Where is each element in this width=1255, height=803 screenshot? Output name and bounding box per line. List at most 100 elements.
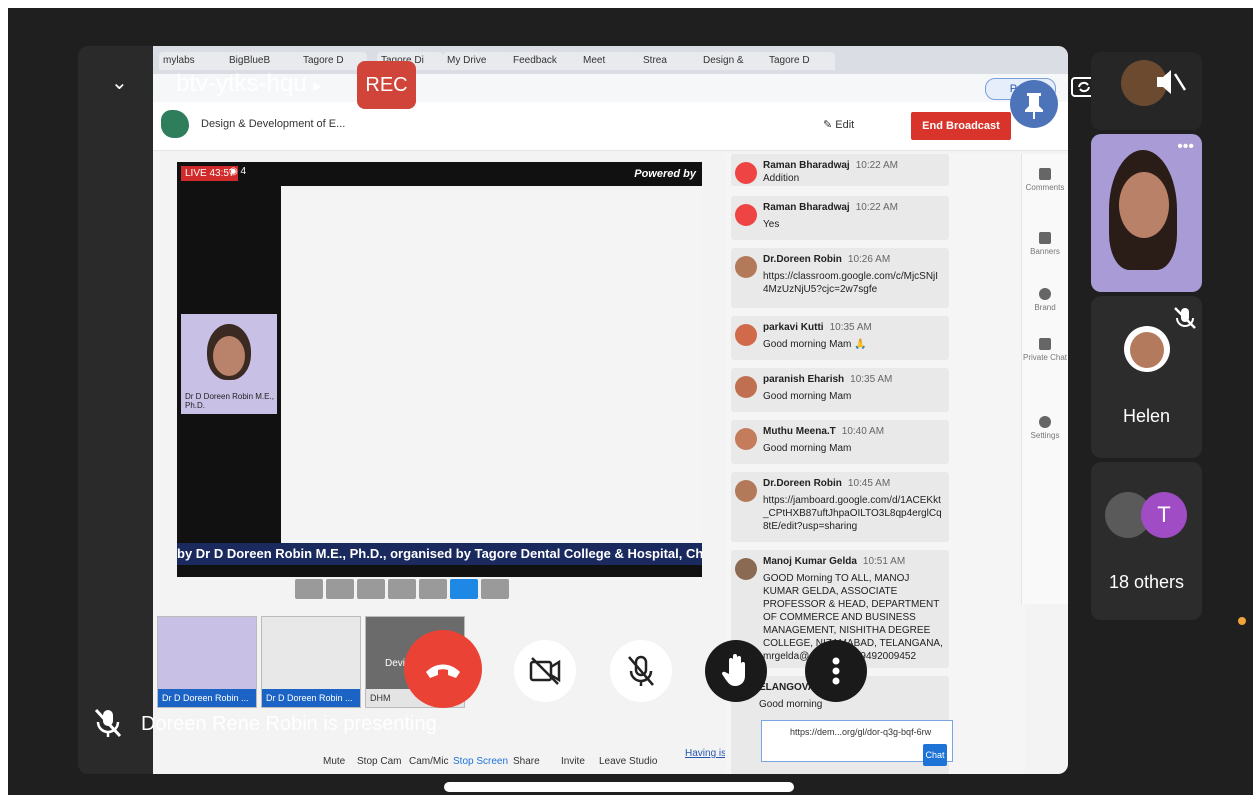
- recording-badge: REC: [357, 61, 416, 109]
- user-avatar: [735, 428, 757, 450]
- edit-button: ✎ Edit: [823, 119, 855, 131]
- layout-option: [357, 579, 385, 599]
- studio-side-nav: Comments Banners Brand Private Chat Sett…: [1021, 154, 1068, 604]
- layout-picker: [295, 579, 512, 601]
- invite-control: Invite: [561, 756, 585, 767]
- gear-icon: [1039, 416, 1051, 428]
- camera-off-icon: [529, 657, 561, 685]
- speaker-muted-icon: [1157, 70, 1187, 94]
- layout-option: [388, 579, 416, 599]
- comment-time: 10:22 AM: [855, 202, 898, 213]
- nav-settings: Settings: [1022, 416, 1068, 440]
- mic-off-icon: [1174, 307, 1196, 329]
- user-avatar: [735, 376, 757, 398]
- meeting-code-text: btv-ytks-hqu: [176, 70, 307, 97]
- more-options-icon[interactable]: •••: [1177, 138, 1194, 156]
- cam-mic-control: Cam/Mic: [409, 756, 449, 767]
- participants-others[interactable]: T 18 others: [1091, 462, 1202, 620]
- nav-comments: Comments: [1022, 168, 1068, 192]
- comment-author: Dr.Doreen Robin 10:45 AM: [763, 478, 890, 489]
- banners-icon: [1039, 232, 1051, 244]
- participant-helen[interactable]: Helen: [1091, 296, 1202, 458]
- stop-cam-control: Stop Cam: [357, 756, 402, 767]
- collapse-chevron-icon[interactable]: ⌄: [111, 70, 139, 98]
- user-avatar: [735, 558, 757, 580]
- browser-tab: BigBlueB: [225, 52, 303, 70]
- raise-hand-button[interactable]: [705, 640, 767, 702]
- end-call-button[interactable]: [404, 630, 482, 708]
- nav-banners: Banners: [1022, 232, 1068, 256]
- nav-label: Private Chat: [1022, 353, 1068, 362]
- user-avatar: [735, 324, 757, 346]
- comment-author-name: paranish Eharish: [763, 374, 845, 385]
- comment-author: parkavi Kutti 10:35 AM: [763, 322, 872, 333]
- edit-label: Edit: [835, 119, 855, 131]
- browser-tab: Feedback: [509, 52, 583, 70]
- streamyard-logo-icon: [161, 110, 189, 138]
- camera-toggle-button[interactable]: [514, 640, 576, 702]
- comment-text: https://jamboard.google.com/d/1ACEKkt_CP…: [763, 495, 942, 532]
- comment-text: Yes: [763, 219, 780, 230]
- comment-time: 10:40 AM: [841, 426, 885, 437]
- layout-option: [295, 579, 323, 599]
- speaker-face: [1119, 172, 1169, 238]
- mic-off-icon: [628, 655, 654, 686]
- speaker-face: [213, 336, 245, 376]
- raise-hand-icon: [721, 654, 745, 686]
- live-preview: LIVE 43:57 ◉ 4 Powered by Dr D Doreen Ro…: [177, 162, 702, 577]
- home-indicator[interactable]: [444, 782, 794, 792]
- thumb-camera: Dr D Doreen Robin ...: [157, 616, 257, 708]
- pin-icon: [1025, 93, 1043, 119]
- nav-brand: Brand: [1022, 288, 1068, 312]
- chat-send-button: Chat: [923, 744, 947, 766]
- pin-button[interactable]: [1010, 80, 1058, 128]
- comment: Raman Bharadwaj 10:22 AM Addition: [731, 154, 949, 186]
- comments-icon: [1039, 168, 1051, 180]
- participant-self[interactable]: [1091, 52, 1202, 130]
- comment-author-name: Dr.Doreen Robin: [763, 478, 842, 489]
- status-dot: [1238, 617, 1246, 625]
- comment-time: 10:51 AM: [862, 556, 906, 567]
- meet-frame: mylabs BigBlueB Tagore D Tagore Di My Dr…: [8, 8, 1253, 795]
- comments-panel: Raman Bharadwaj 10:22 AM Addition Raman B…: [725, 154, 1025, 774]
- layout-option-selected: [450, 579, 478, 599]
- participant-name: Helen: [1122, 406, 1171, 426]
- nav-label: Settings: [1030, 431, 1060, 440]
- user-avatar: [735, 480, 757, 502]
- comment-text: Addition: [763, 173, 800, 184]
- comment-text: https://classroom.google.com/c/MjcSNjI4M…: [763, 271, 939, 295]
- hang-up-icon: [426, 664, 460, 678]
- nav-private-chat: Private Chat: [1022, 338, 1068, 362]
- presenting-notice: Doreen Rene Robin is presenting: [141, 713, 437, 735]
- private-chat-icon: [1039, 338, 1051, 350]
- comment: parkavi Kutti 10:35 AM Good morning Mam 🙏: [731, 316, 949, 360]
- other-initial-avatar: T: [1141, 492, 1187, 538]
- participant-doreen-video[interactable]: •••: [1091, 134, 1202, 292]
- comment-time: 10:22 AM: [855, 160, 898, 171]
- mic-toggle-button[interactable]: [610, 640, 672, 702]
- comment-time: 10:35 AM: [850, 374, 893, 385]
- stop-screen-control: Stop Screen: [453, 756, 509, 767]
- browser-tab: Design &: [699, 52, 769, 70]
- nested-screen: [281, 186, 702, 556]
- broadcast-title: Design & Development of E...: [201, 118, 346, 130]
- speaker-tile: Dr D Doreen Robin M.E., Ph.D.: [181, 314, 277, 414]
- comment-author-name: Manoj Kumar Gelda: [763, 556, 857, 567]
- comment: paranish Eharish 10:35 AM Good morning Ma…: [731, 368, 949, 412]
- comment-author: Raman Bharadwaj 10:22 AM: [763, 202, 898, 213]
- comment-text: Good morning Mam: [763, 443, 852, 454]
- nav-label: Brand: [1034, 303, 1056, 312]
- comment: Raman Bharadwaj 10:22 AM Yes: [731, 196, 949, 240]
- comment-author: Manoj Kumar Gelda 10:51 AM: [763, 556, 905, 567]
- powered-by: Powered by: [634, 168, 696, 180]
- leave-studio-control: Leave Studio: [599, 756, 658, 767]
- thumb-label: Dr D Doreen Robin ...: [262, 689, 360, 707]
- ticker-banner: by Dr D Doreen Robin M.E., Ph.D., organi…: [177, 543, 702, 565]
- comment-author: Raman Bharadwaj 10:22 AM: [763, 160, 898, 171]
- layout-option: [481, 579, 509, 599]
- viewer-count: ◉ 4: [229, 166, 247, 177]
- end-broadcast-button: End Broadcast: [911, 112, 1011, 140]
- meeting-code[interactable]: btv-ytks-hqu ▸: [176, 70, 321, 98]
- comment: Dr.Doreen Robin 10:26 AM https://classroo…: [731, 248, 949, 308]
- more-options-button[interactable]: [805, 640, 867, 702]
